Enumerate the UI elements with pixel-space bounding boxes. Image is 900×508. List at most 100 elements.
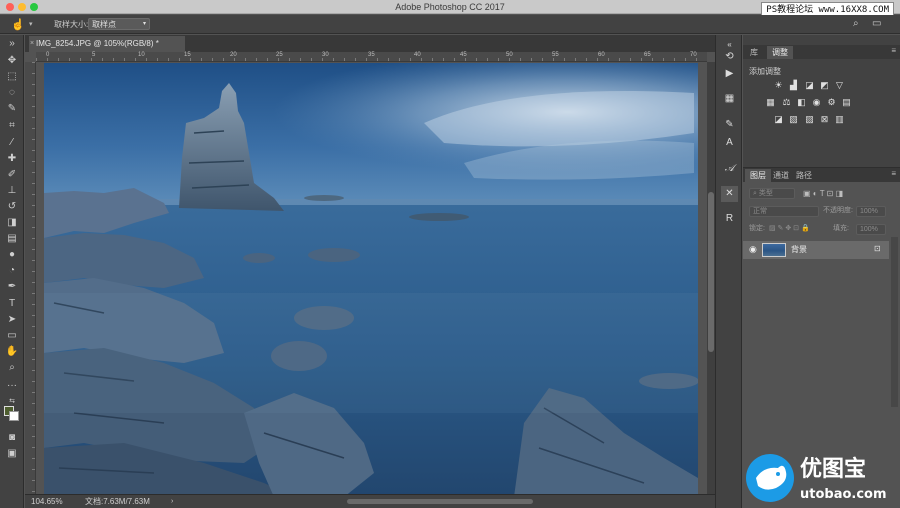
curves-icon[interactable]: ◪ <box>804 80 815 90</box>
invert-icon[interactable]: ◪ <box>773 114 784 124</box>
move-icon[interactable]: ✥ <box>3 54 21 68</box>
color-balance-icon[interactable]: ⚖ <box>781 97 792 107</box>
zoom-level[interactable]: 104.65% <box>31 495 63 508</box>
hand-icon[interactable]: ✋ <box>3 345 21 359</box>
lock-icon[interactable]: ⊡ <box>874 244 881 253</box>
pen-icon[interactable]: ✒ <box>3 280 21 294</box>
ruler-vertical[interactable] <box>25 62 36 494</box>
tool-preset-icon[interactable]: ☝ <box>11 18 25 31</box>
layer-kind-filter[interactable]: ⌕ 类型 <box>749 188 795 199</box>
vertical-scroll-thumb[interactable] <box>708 192 714 352</box>
watermark-cn: 优图宝 <box>800 456 866 482</box>
ruler-horizontal[interactable]: 0 5 10 15 20 25 30 35 40 45 50 55 60 65 70 <box>36 52 707 62</box>
color-lookup-icon[interactable]: ▤ <box>841 97 852 107</box>
gradient-map-icon[interactable]: ▥ <box>834 114 845 124</box>
chevron-down-icon: ▾ <box>142 21 146 27</box>
brush-preset-icon[interactable]: ✎ <box>721 117 738 133</box>
canvas-area[interactable] <box>36 62 707 497</box>
type-icon[interactable]: T <box>3 297 21 311</box>
posterize-icon[interactable]: ▧ <box>788 114 799 124</box>
ruler-number: 70 <box>690 52 697 58</box>
tab-paths[interactable]: 路径 <box>791 169 817 182</box>
ruler-number: 40 <box>414 52 421 58</box>
more-tools-icon[interactable]: ··· <box>3 379 21 393</box>
ruler-number: 25 <box>276 52 283 58</box>
threshold-icon[interactable]: ▨ <box>804 114 815 124</box>
panel-menu-icon[interactable]: ≡ <box>891 169 896 178</box>
lock-icons[interactable]: ▨ ✎ ✥ ⊡ 🔒 <box>769 223 810 235</box>
photo-filter-icon[interactable]: ◉ <box>811 97 822 107</box>
eye-icon[interactable]: ◉ <box>749 244 757 255</box>
collapsed-panels: « ⟲ ▶ ▦ ✎ A 𝒜 ✕ R <box>715 35 742 508</box>
layer-row-background[interactable]: ◉ 背景 ⊡ <box>743 241 889 259</box>
layer-name[interactable]: 背景 <box>791 244 807 255</box>
document-image[interactable] <box>44 63 698 497</box>
watermark-url: utobao.com <box>800 487 887 502</box>
ruler-number: 5 <box>92 52 96 58</box>
marquee-icon[interactable]: ⬚ <box>3 70 21 84</box>
sample-size-value: 取样点 <box>92 20 116 29</box>
hue-saturation-icon[interactable]: ▦ <box>765 97 776 107</box>
gradient-icon[interactable]: ▤ <box>3 232 21 246</box>
tab-adjustments[interactable]: 调整 <box>767 46 793 59</box>
opacity-field[interactable]: 100% <box>856 206 886 217</box>
background-color-swatch[interactable] <box>9 411 19 421</box>
sample-size-select[interactable]: 取样点 ▾ <box>88 18 150 30</box>
screen-mode-icon[interactable]: ▣ <box>3 447 21 461</box>
ruler-number: 55 <box>552 52 559 58</box>
blur-icon[interactable]: ● <box>3 248 21 262</box>
fill-field[interactable]: 100% <box>856 224 886 235</box>
document-tab-bar: × IMG_8254.JPG @ 105%(RGB/8) * <box>25 35 715 52</box>
watermark-top: PS教程论坛 www.16XX8.COM <box>761 2 894 16</box>
collapse-icon[interactable]: » <box>3 37 21 51</box>
status-bar: 104.65% 文档:7.63M/7.63M › <box>25 494 715 508</box>
filter-icons[interactable]: ▣ ◐ T ⊡ ◨ <box>803 188 843 200</box>
path-select-icon[interactable]: ➤ <box>3 313 21 327</box>
sample-size-label: 取样大小: <box>54 20 89 29</box>
history-icon[interactable]: ⟲ <box>721 49 738 65</box>
chevron-down-icon[interactable]: ▾ <box>29 20 33 28</box>
vertical-scrollbar[interactable] <box>707 62 715 494</box>
search-icon[interactable]: ⌕ <box>853 18 859 29</box>
history-brush-icon[interactable]: ↺ <box>3 200 21 214</box>
blend-mode-value: 正常 <box>753 208 767 215</box>
close-icon[interactable]: × <box>30 36 34 52</box>
quick-select-icon[interactable]: ✎ <box>3 102 21 116</box>
workspace-icon[interactable]: ▭ <box>872 18 881 29</box>
ruler-number: 60 <box>598 52 605 58</box>
eyedropper-icon[interactable]: ⁄ <box>3 136 21 150</box>
zoom-icon[interactable]: ⌕ <box>3 361 21 375</box>
panel-menu-icon[interactable]: ≡ <box>891 46 896 55</box>
layers-scrollbar[interactable] <box>891 237 898 407</box>
shape-icon[interactable]: ▭ <box>3 329 21 343</box>
brightness-icon[interactable]: ☀ <box>773 80 784 90</box>
selective-color-icon[interactable]: ⊠ <box>819 114 830 124</box>
channel-mixer-icon[interactable]: ⚙ <box>826 97 837 107</box>
black-white-icon[interactable]: ◧ <box>796 97 807 107</box>
chevron-right-icon[interactable]: › <box>171 495 173 508</box>
brush-icon[interactable]: ✐ <box>3 168 21 182</box>
blend-mode-select[interactable]: 正常 <box>749 206 819 217</box>
paragraph-icon[interactable]: R <box>721 211 738 227</box>
tools-preset-icon[interactable]: ✕ <box>721 186 738 202</box>
horizontal-scroll-thumb[interactable] <box>347 499 533 504</box>
quick-mask-icon[interactable]: ◙ <box>3 431 21 445</box>
ruler-number: 20 <box>230 52 237 58</box>
tab-libraries[interactable]: 库 <box>745 46 763 59</box>
exposure-icon[interactable]: ◩ <box>819 80 830 90</box>
dodge-icon[interactable]: ◔ <box>3 264 21 278</box>
glyph-icon[interactable]: 𝒜 <box>721 161 738 177</box>
document-tab[interactable]: × IMG_8254.JPG @ 105%(RGB/8) * <box>29 36 185 52</box>
swatches-icon[interactable]: ▦ <box>721 91 738 107</box>
ruler-number: 50 <box>506 52 513 58</box>
vibrance-icon[interactable]: ▽ <box>834 80 845 90</box>
levels-icon[interactable]: ▟ <box>788 80 799 90</box>
stamp-icon[interactable]: ⊥ <box>3 184 21 198</box>
lasso-icon[interactable]: ◌ <box>3 86 21 100</box>
ruler-number: 30 <box>322 52 329 58</box>
healing-icon[interactable]: ✚ <box>3 152 21 166</box>
crop-icon[interactable]: ⌗ <box>3 119 21 133</box>
play-icon[interactable]: ▶ <box>721 66 738 82</box>
character-icon[interactable]: A <box>721 135 738 151</box>
eraser-icon[interactable]: ◨ <box>3 216 21 230</box>
